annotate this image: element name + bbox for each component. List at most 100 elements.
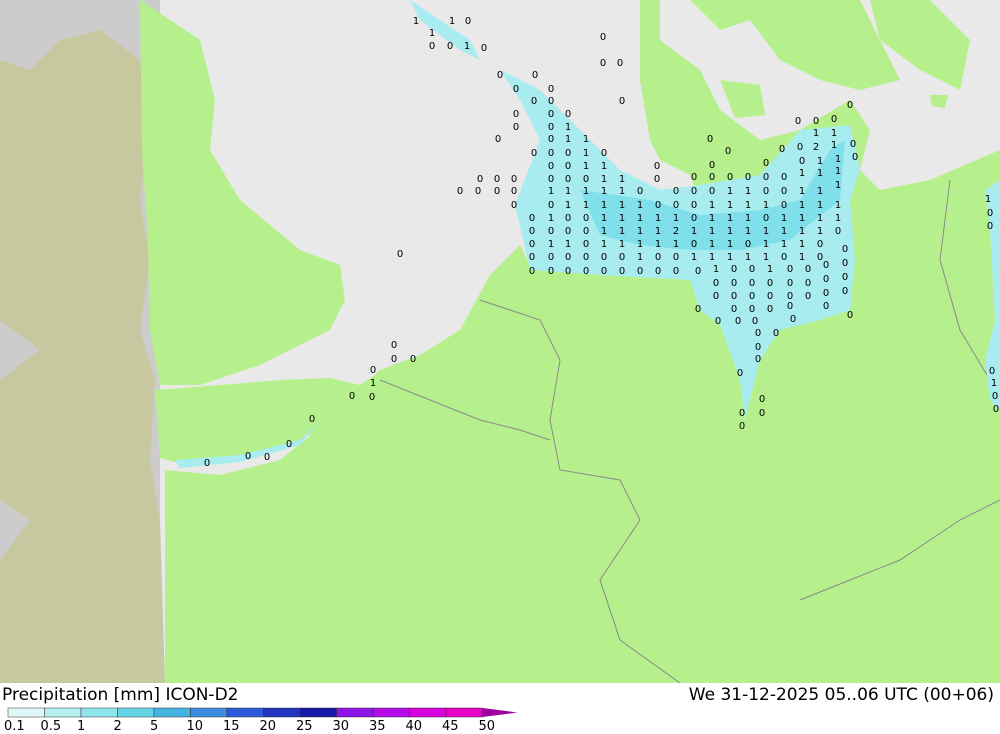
grid-value: 0 bbox=[565, 252, 571, 263]
valid-time: We 31-12-2025 05..06 UTC (00+06) bbox=[688, 685, 994, 705]
grid-value: 1 bbox=[601, 186, 607, 197]
legend-tick-label: 40 bbox=[405, 719, 423, 734]
legend-tick-label: 2 bbox=[113, 719, 122, 734]
grid-value: 0 bbox=[601, 148, 607, 159]
grid-value: 0 bbox=[673, 200, 679, 211]
grid-value: 0 bbox=[842, 244, 848, 255]
grid-value: 0 bbox=[481, 43, 487, 54]
grid-value: 0 bbox=[511, 174, 517, 185]
grid-value: 1 bbox=[655, 239, 661, 250]
grid-value: 0 bbox=[601, 266, 607, 277]
grid-value: 0 bbox=[617, 58, 623, 69]
grid-value: 0 bbox=[989, 366, 995, 377]
grid-value: 0 bbox=[673, 252, 679, 263]
grid-value: 1 bbox=[767, 264, 773, 275]
grid-value: 1 bbox=[601, 213, 607, 224]
grid-value: 1 bbox=[464, 41, 470, 52]
legend-tick-label: 5 bbox=[150, 719, 159, 734]
grid-value: 0 bbox=[548, 148, 554, 159]
grid-value: 1 bbox=[709, 239, 715, 250]
grid-value: 0 bbox=[847, 100, 853, 111]
map-title: Precipitation [mm] ICON-D2 bbox=[2, 685, 239, 705]
grid-value: 1 bbox=[817, 186, 823, 197]
grid-value: 0 bbox=[465, 16, 471, 27]
grid-value: 0 bbox=[847, 310, 853, 321]
grid-value: 0 bbox=[767, 278, 773, 289]
grid-value: 0 bbox=[691, 186, 697, 197]
grid-value: 0 bbox=[204, 458, 210, 469]
grid-value: 1 bbox=[727, 226, 733, 237]
grid-value: 0 bbox=[548, 200, 554, 211]
grid-value: 0 bbox=[727, 172, 733, 183]
grid-value: 0 bbox=[565, 161, 571, 172]
grid-value: 0 bbox=[548, 266, 554, 277]
grid-value: 0 bbox=[673, 186, 679, 197]
grid-value: 0 bbox=[835, 226, 841, 237]
grid-value: 0 bbox=[749, 291, 755, 302]
grid-value: 1 bbox=[817, 168, 823, 179]
grid-value: 0 bbox=[695, 266, 701, 277]
grid-value: 0 bbox=[494, 186, 500, 197]
grid-value: 0 bbox=[447, 41, 453, 52]
grid-value: 0 bbox=[781, 172, 787, 183]
grid-value: 0 bbox=[823, 301, 829, 312]
grid-value: 1 bbox=[601, 200, 607, 211]
grid-value: 1 bbox=[745, 252, 751, 263]
grid-value: 0 bbox=[731, 291, 737, 302]
grid-value: 1 bbox=[781, 239, 787, 250]
grid-value: 1 bbox=[619, 213, 625, 224]
grid-value: 0 bbox=[787, 278, 793, 289]
grid-value: 0 bbox=[823, 260, 829, 271]
grid-value: 0 bbox=[513, 84, 519, 95]
grid-value: 0 bbox=[583, 252, 589, 263]
grid-value: 0 bbox=[565, 174, 571, 185]
grid-value: 0 bbox=[739, 421, 745, 432]
grid-value: 0 bbox=[529, 252, 535, 263]
grid-value: 0 bbox=[691, 172, 697, 183]
grid-value: 0 bbox=[691, 213, 697, 224]
grid-value: 1 bbox=[413, 16, 419, 27]
grid-value: 0 bbox=[548, 161, 554, 172]
grid-value: 0 bbox=[695, 304, 701, 315]
grid-value: 0 bbox=[619, 96, 625, 107]
grid-value: 1 bbox=[709, 252, 715, 263]
grid-value: 1 bbox=[637, 252, 643, 263]
grid-value: 1 bbox=[691, 252, 697, 263]
grid-value: 0 bbox=[992, 391, 998, 402]
grid-value: 0 bbox=[548, 96, 554, 107]
grid-value: 0 bbox=[767, 291, 773, 302]
grid-value: 0 bbox=[583, 174, 589, 185]
grid-value: 0 bbox=[477, 174, 483, 185]
grid-value: 0 bbox=[245, 451, 251, 462]
grid-value: 0 bbox=[779, 144, 785, 155]
grid-value: 1 bbox=[637, 213, 643, 224]
grid-value: 1 bbox=[745, 200, 751, 211]
legend-swatch bbox=[263, 707, 301, 718]
legend-swatch bbox=[190, 707, 228, 718]
grid-value: 1 bbox=[727, 213, 733, 224]
grid-value: 1 bbox=[548, 213, 554, 224]
grid-value: 0 bbox=[511, 186, 517, 197]
grid-value: 0 bbox=[529, 226, 535, 237]
grid-value: 1 bbox=[781, 226, 787, 237]
precipitation-map[interactable]: 1101001000000000000000010011000100011000… bbox=[0, 0, 1000, 684]
grid-value: 0 bbox=[548, 226, 554, 237]
legend-swatch bbox=[44, 707, 82, 718]
grid-value: 0 bbox=[817, 239, 823, 250]
grid-value: 2 bbox=[673, 226, 679, 237]
grid-value: 0 bbox=[831, 114, 837, 125]
grid-value: 1 bbox=[831, 128, 837, 139]
grid-value: 0 bbox=[713, 291, 719, 302]
grid-value: 0 bbox=[823, 274, 829, 285]
grid-value: 0 bbox=[850, 139, 856, 150]
grid-value: 0 bbox=[583, 226, 589, 237]
grid-value: 0 bbox=[749, 304, 755, 315]
grid-value: 1 bbox=[727, 239, 733, 250]
legend-swatch bbox=[299, 707, 337, 718]
legend-tick-label: 20 bbox=[259, 719, 277, 734]
grid-value: 1 bbox=[799, 239, 805, 250]
grid-value: 0 bbox=[745, 172, 751, 183]
grid-value: 0 bbox=[763, 172, 769, 183]
grid-value: 0 bbox=[548, 252, 554, 263]
legend-tick-label: 35 bbox=[369, 719, 386, 734]
